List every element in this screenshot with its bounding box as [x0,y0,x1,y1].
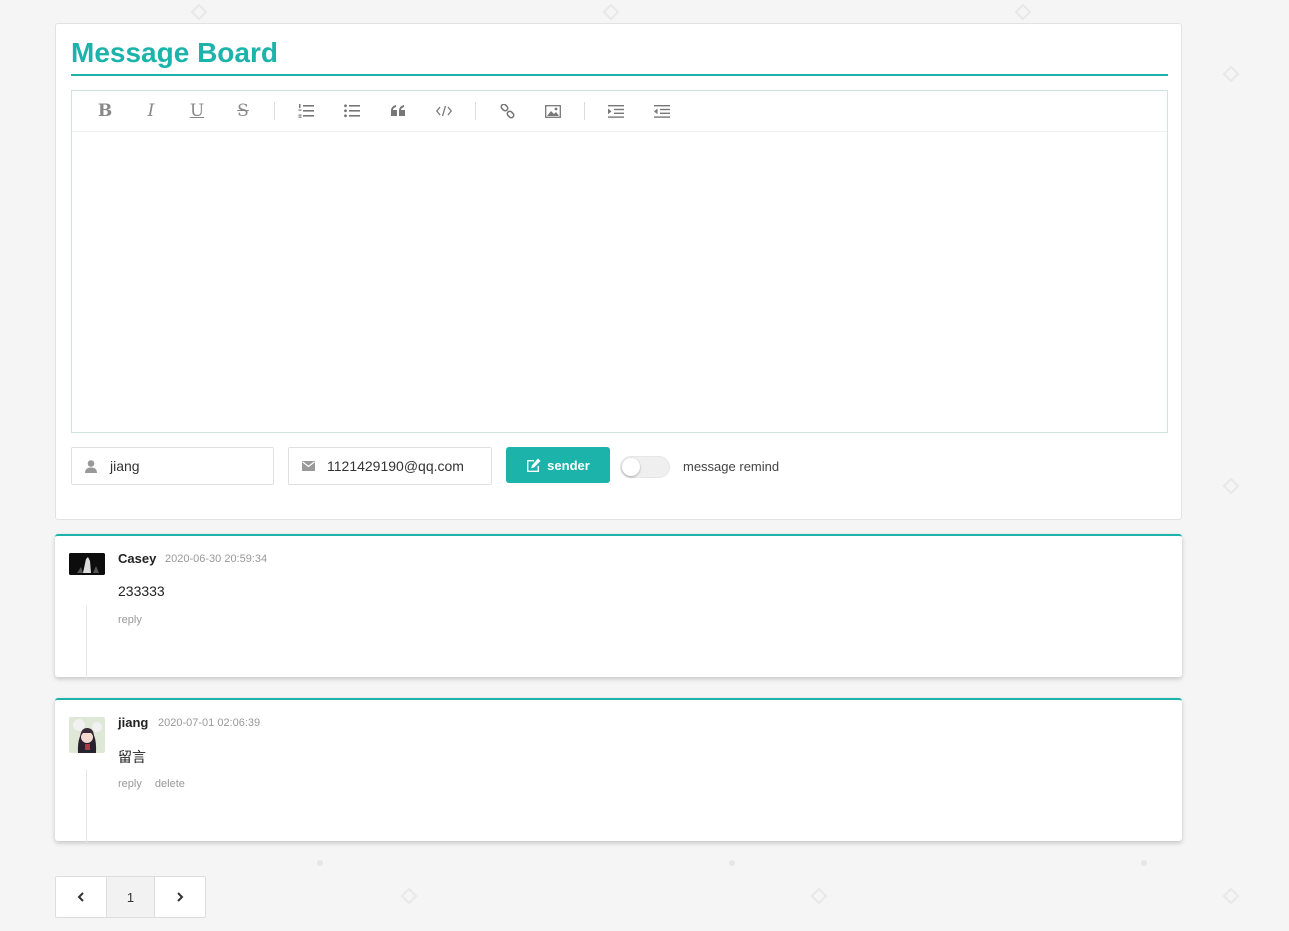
delete-link[interactable]: delete [155,778,185,790]
comment-author[interactable]: Casey [118,551,156,566]
prev-page-button[interactable] [56,877,106,917]
comment-text: 233333 [118,583,165,599]
send-button-label: sender [547,457,590,473]
next-page-button[interactable] [155,877,205,917]
comment-actions: reply delete [118,778,195,790]
comment-text: 留言 [118,749,146,765]
edit-icon [527,458,541,472]
editor-content-area[interactable] [72,132,1167,432]
comment-card: jiang 2020-07-01 02:06:39 留言 reply delet… [55,698,1182,843]
comment-time: 2020-07-01 02:06:39 [158,717,261,729]
underline-icon[interactable]: U [174,91,220,132]
chevron-left-icon [77,892,84,902]
page-title: Message Board [71,36,1168,76]
chevron-right-icon [177,892,184,902]
envelope-icon [289,461,327,471]
strikethrough-icon[interactable]: S [220,91,266,132]
send-button[interactable]: sender [506,447,610,483]
reply-thread-line [86,770,87,843]
quote-icon[interactable] [375,91,421,132]
code-icon[interactable] [421,91,467,132]
reply-link[interactable]: reply [118,778,142,790]
email-field[interactable]: 1121429190@qq.com [288,447,492,485]
link-icon[interactable] [484,91,530,132]
message-remind-label: message remind [683,459,780,474]
message-form-row: jiang 1121429190@qq.com sender message r… [71,447,1168,485]
name-field[interactable]: jiang [71,447,274,485]
toolbar-divider [274,102,275,120]
reply-link[interactable]: reply [118,614,142,626]
editor-toolbar: B I U S [72,91,1167,132]
bold-icon[interactable]: B [82,91,128,132]
indent-icon[interactable] [593,91,639,132]
name-value: jiang [110,458,140,474]
user-icon [72,459,110,473]
reply-thread-line [86,606,87,679]
email-value: 1121429190@qq.com [327,458,464,474]
avatar [69,553,105,575]
page-number-current[interactable]: 1 [105,877,156,917]
message-board-panel: Message Board B I U S jiang 1121429190@q… [55,23,1182,520]
comment-card: Casey 2020-06-30 20:59:34 233333 reply [55,534,1182,679]
outdent-icon[interactable] [639,91,685,132]
toggle-knob [622,458,640,476]
image-icon[interactable] [530,91,576,132]
toolbar-divider [584,102,585,120]
toolbar-divider [475,102,476,120]
comment-actions: reply [118,614,152,626]
italic-icon[interactable]: I [128,91,174,132]
comment-author[interactable]: jiang [118,715,148,730]
comment-time: 2020-06-30 20:59:34 [165,553,268,565]
unordered-list-icon[interactable] [329,91,375,132]
pagination: 1 [55,876,206,918]
avatar [69,717,105,753]
ordered-list-icon[interactable] [283,91,329,132]
message-remind-toggle[interactable] [620,456,670,478]
rich-text-editor: B I U S [71,90,1168,433]
